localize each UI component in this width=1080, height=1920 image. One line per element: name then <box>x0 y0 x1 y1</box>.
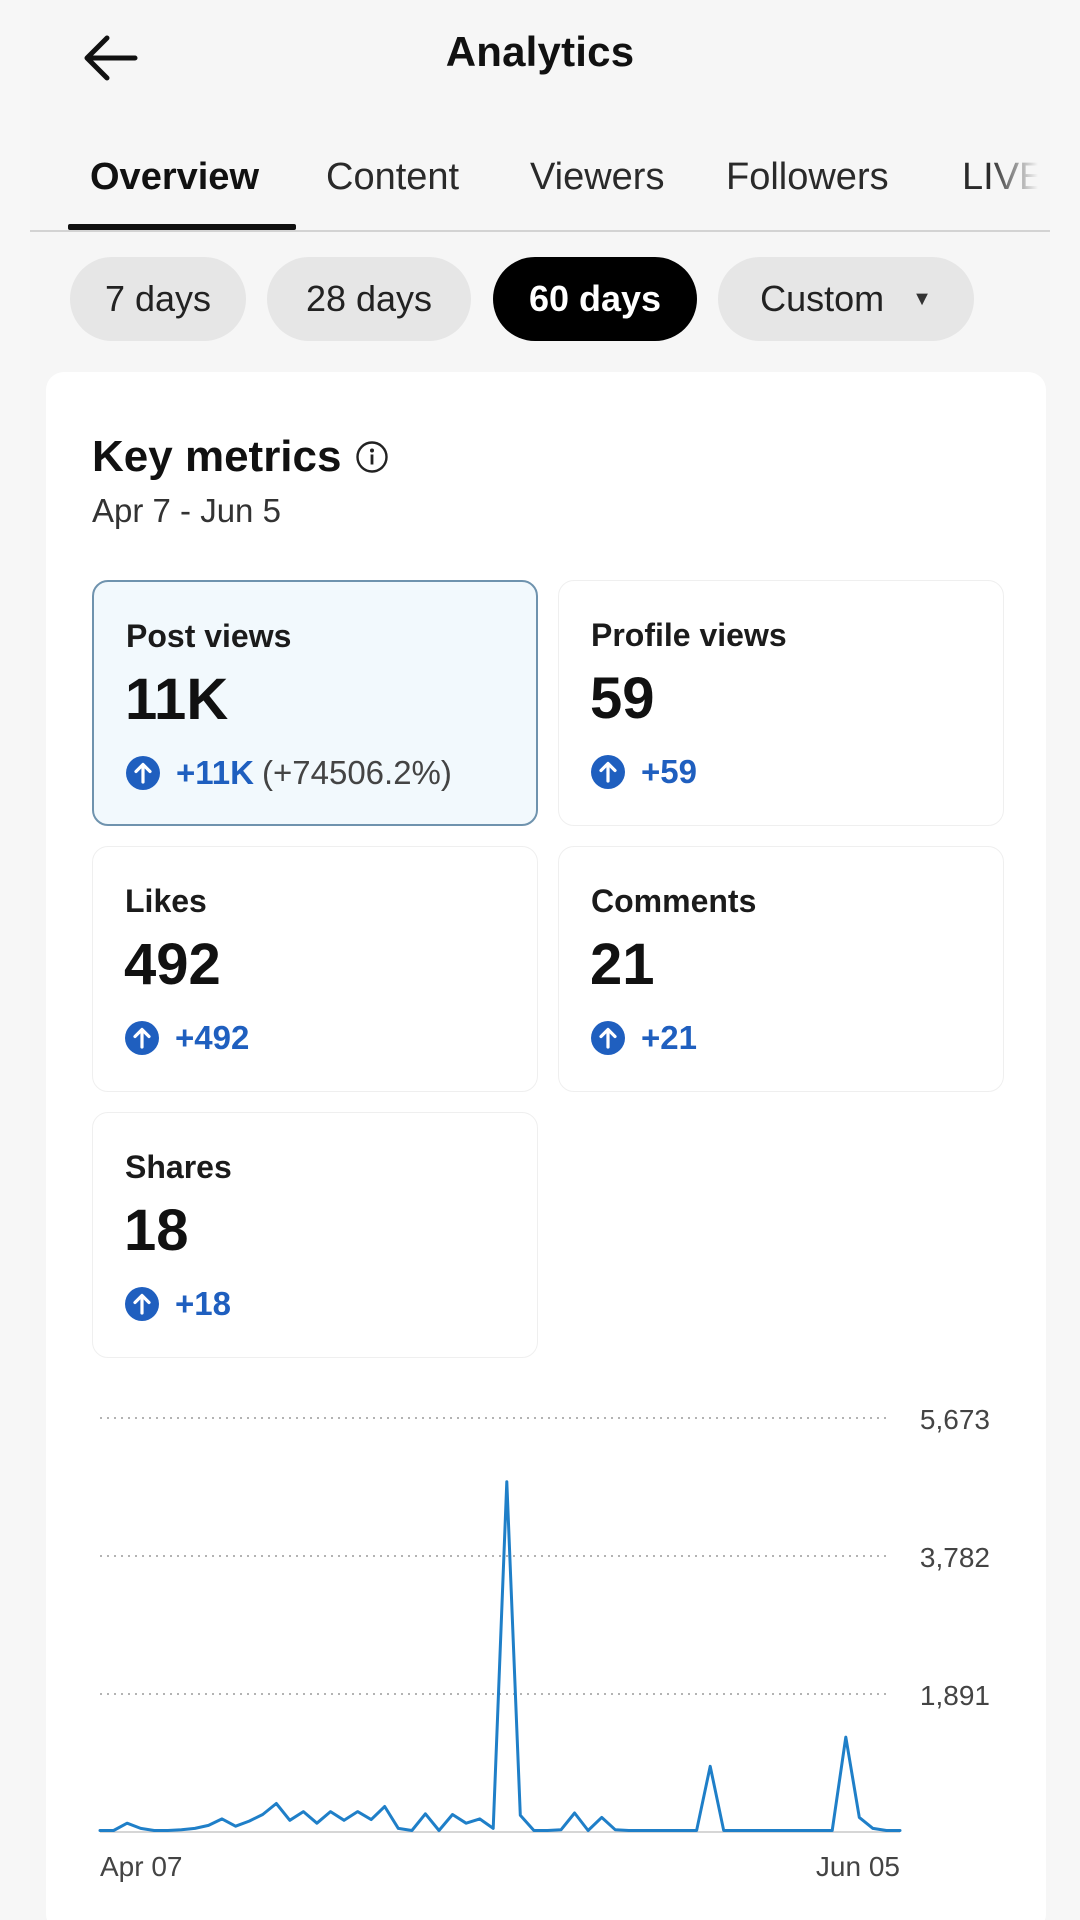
y-tick-label: 1,891 <box>920 1680 990 1711</box>
metric-change: +11K (+74506.2%) <box>126 754 452 792</box>
tab-followers[interactable]: Followers <box>726 156 889 228</box>
app-header: Analytics <box>30 0 1050 115</box>
arrow-up-circle-icon <box>125 1021 159 1055</box>
page-title: Analytics <box>445 28 635 75</box>
metric-profile-views[interactable]: Profile views 59 +59 <box>558 580 1004 826</box>
metric-label: Shares <box>125 1149 232 1185</box>
metric-label: Profile views <box>591 617 787 653</box>
metric-label: Comments <box>591 883 757 919</box>
key-metrics-title: Key metrics <box>92 432 342 481</box>
change-value: +11K <box>176 754 254 791</box>
metric-shares[interactable]: Shares 18 +18 <box>92 1112 538 1358</box>
filter-custom[interactable]: Custom ▼ <box>718 257 974 341</box>
filter-label: 28 days <box>305 278 433 319</box>
metric-change: +492 <box>125 1019 249 1057</box>
series-line <box>98 1480 902 1832</box>
arrow-up-circle-icon <box>126 756 160 790</box>
metric-post-views[interactable]: Post views 11K +11K (+74506.2%) <box>92 580 538 826</box>
filter-label: 60 days <box>528 278 662 319</box>
x-tick-label-start: Apr 07 <box>100 1851 183 1882</box>
arrow-up-circle-icon <box>591 1021 625 1055</box>
change-value: +59 <box>641 753 697 790</box>
filter-28-days[interactable]: 28 days <box>267 257 471 341</box>
change-value: +18 <box>175 1285 231 1322</box>
metric-value: 11K <box>125 667 229 732</box>
metric-likes[interactable]: Likes 492 +492 <box>92 846 538 1092</box>
active-tab-indicator <box>68 224 296 230</box>
tab-viewers[interactable]: Viewers <box>530 156 664 228</box>
tab-content[interactable]: Content <box>326 156 459 228</box>
y-tick-label: 5,673 <box>920 1404 990 1435</box>
metric-value: 21 <box>590 932 655 997</box>
filter-60-days[interactable]: 60 days <box>493 257 697 341</box>
filter-7-days[interactable]: 7 days <box>70 257 246 341</box>
date-range: Apr 7 - Jun 5 <box>92 492 281 529</box>
x-tick-label-end: Jun 05 <box>816 1851 900 1882</box>
caret-down-icon: ▼ <box>912 287 932 310</box>
metric-change: +59 <box>591 753 697 791</box>
change-percent: (+74506.2%) <box>262 754 452 791</box>
filter-label: 7 days <box>104 278 212 319</box>
y-tick-label: 3,782 <box>920 1542 990 1573</box>
metric-change: +18 <box>125 1285 231 1323</box>
arrow-up-circle-icon <box>125 1287 159 1321</box>
filter-label: Custom <box>760 278 885 319</box>
key-metrics-heading: Key metrics <box>92 432 389 482</box>
metric-change: +21 <box>591 1019 697 1057</box>
tab-bar: Overview Content Viewers Followers LIVE <box>30 140 1050 232</box>
change-value: +492 <box>175 1019 250 1056</box>
metric-value: 18 <box>124 1198 189 1263</box>
arrow-up-circle-icon <box>591 755 625 789</box>
metric-comments[interactable]: Comments 21 +21 <box>558 846 1004 1092</box>
metric-label: Post views <box>126 618 292 654</box>
metric-value: 492 <box>124 932 221 997</box>
change-value: +21 <box>641 1019 697 1056</box>
tab-overview[interactable]: Overview <box>90 156 259 228</box>
metric-value: 59 <box>590 666 655 731</box>
tab-overflow-fade <box>990 140 1050 230</box>
info-icon[interactable] <box>355 440 389 474</box>
analytics-screen: Analytics Overview Content Viewers Follo… <box>30 0 1050 1920</box>
key-metrics-card: Key metrics Apr 7 - Jun 5 Post views 11K… <box>46 372 1046 1920</box>
metric-label: Likes <box>125 883 207 919</box>
